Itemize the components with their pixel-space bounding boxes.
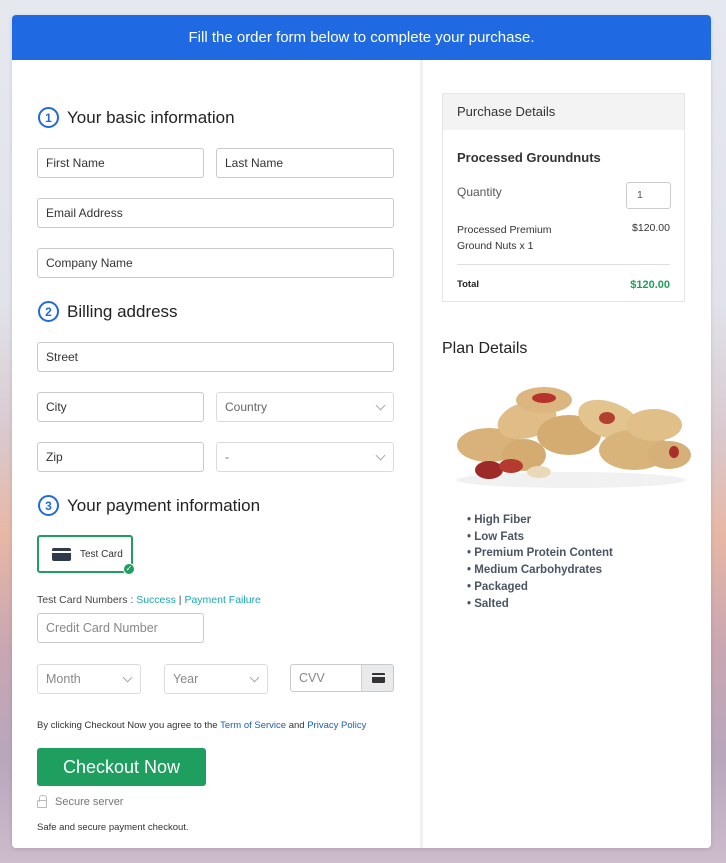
purchase-details-header: Purchase Details bbox=[443, 94, 684, 130]
purchase-details-box: Purchase Details Processed Groundnuts Qu… bbox=[442, 93, 685, 302]
credit-card-icon bbox=[372, 673, 385, 683]
chevron-down-icon bbox=[122, 672, 133, 683]
order-form-card: Fill the order form below to complete yo… bbox=[12, 15, 711, 848]
safe-checkout-text: Safe and secure payment checkout. bbox=[37, 822, 189, 833]
lock-icon bbox=[37, 795, 47, 808]
test-card-label: Test Card bbox=[80, 548, 123, 560]
step-number-icon: 1 bbox=[38, 107, 59, 128]
cvv-input[interactable]: CVV bbox=[290, 664, 362, 692]
quantity-input[interactable]: 1 bbox=[626, 182, 671, 209]
section-title-text: Your basic information bbox=[67, 107, 235, 127]
section-title-text: Billing address bbox=[67, 301, 178, 321]
feature-item: High Fiber bbox=[467, 512, 613, 529]
feature-item: Packaged bbox=[467, 579, 613, 596]
last-name-input[interactable]: Last Name bbox=[216, 148, 394, 178]
first-name-input[interactable]: First Name bbox=[37, 148, 204, 178]
line-item-price: $120.00 bbox=[632, 222, 670, 234]
section-billing-title: 2 Billing address bbox=[38, 301, 178, 322]
chevron-down-icon bbox=[249, 672, 260, 683]
email-input[interactable]: Email Address bbox=[37, 198, 394, 228]
agree-text: and bbox=[286, 720, 308, 731]
country-select[interactable]: Country bbox=[216, 392, 394, 422]
product-name: Processed Groundnuts bbox=[457, 150, 601, 165]
year-select-value: Year bbox=[173, 672, 199, 686]
country-select-value: Country bbox=[225, 400, 268, 414]
line-item-description: Processed Premium Ground Nuts x 1 bbox=[457, 224, 552, 252]
section-payment-title: 3 Your payment information bbox=[38, 495, 260, 516]
feature-item: Medium Carbohydrates bbox=[467, 562, 613, 579]
summary-column: Purchase Details Processed Groundnuts Qu… bbox=[423, 60, 711, 848]
total-label: Total bbox=[457, 279, 479, 290]
total-value: $120.00 bbox=[630, 279, 670, 291]
credit-card-icon bbox=[52, 547, 71, 561]
terms-of-service-link[interactable]: Term of Service bbox=[220, 720, 286, 731]
feature-item: Premium Protein Content bbox=[467, 545, 613, 562]
terms-agreement: By clicking Checkout Now you agree to th… bbox=[37, 720, 366, 731]
cvv-card-button[interactable] bbox=[361, 664, 394, 692]
company-input[interactable]: Company Name bbox=[37, 248, 394, 278]
checkout-now-button[interactable]: Checkout Now bbox=[37, 748, 206, 786]
chevron-down-icon bbox=[375, 400, 386, 411]
step-number-icon: 2 bbox=[38, 301, 59, 322]
state-select-value: - bbox=[225, 450, 229, 464]
month-select-value: Month bbox=[46, 672, 81, 686]
check-icon: ✓ bbox=[123, 563, 135, 575]
form-column: 1 Your basic information First Name Last… bbox=[12, 60, 420, 848]
month-select[interactable]: Month bbox=[37, 664, 141, 694]
year-select[interactable]: Year bbox=[164, 664, 268, 694]
plan-features-list: High Fiber Low Fats Premium Protein Cont… bbox=[467, 512, 613, 612]
section-title-text: Your payment information bbox=[67, 495, 261, 515]
privacy-policy-link[interactable]: Privacy Policy bbox=[307, 720, 366, 731]
peanuts-image bbox=[456, 387, 691, 488]
section-basic-title: 1 Your basic information bbox=[38, 107, 235, 128]
payment-failure-link[interactable]: Payment Failure bbox=[184, 594, 260, 606]
feature-item: Salted bbox=[467, 596, 613, 613]
state-select[interactable]: - bbox=[216, 442, 394, 472]
street-input[interactable]: Street bbox=[37, 342, 394, 372]
summary-divider bbox=[457, 264, 670, 265]
test-card-numbers: Test Card Numbers : Success | Payment Fa… bbox=[37, 594, 261, 606]
zip-input[interactable]: Zip bbox=[37, 442, 204, 472]
test-card-numbers-label: Test Card Numbers : bbox=[37, 594, 137, 606]
secure-server-label: Secure server bbox=[55, 796, 124, 808]
chevron-down-icon bbox=[375, 450, 386, 461]
secure-server: Secure server bbox=[37, 795, 124, 808]
city-input[interactable]: City bbox=[37, 392, 204, 422]
credit-card-number-input[interactable]: Credit Card Number bbox=[37, 613, 204, 643]
test-card-option[interactable]: Test Card bbox=[37, 535, 133, 573]
quantity-label: Quantity bbox=[457, 185, 502, 199]
step-number-icon: 3 bbox=[38, 495, 59, 516]
plan-details-title: Plan Details bbox=[442, 340, 528, 357]
agree-text: By clicking Checkout Now you agree to th… bbox=[37, 720, 221, 731]
header-banner: Fill the order form below to complete yo… bbox=[12, 15, 711, 60]
feature-item: Low Fats bbox=[467, 529, 613, 546]
success-link[interactable]: Success bbox=[136, 594, 176, 606]
